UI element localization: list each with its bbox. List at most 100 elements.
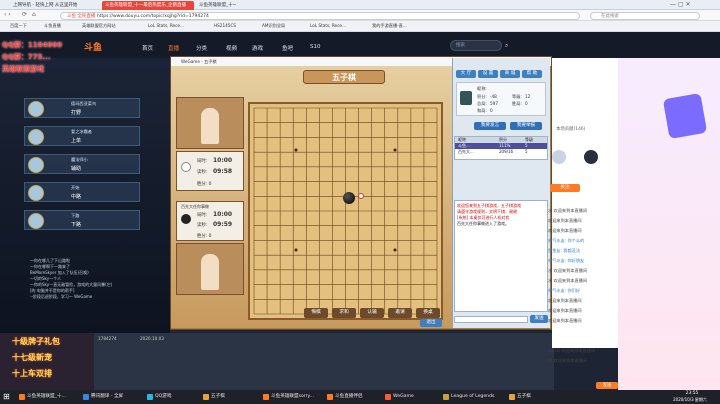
- clock[interactable]: 23:55: [672, 391, 712, 396]
- nav-fishbar[interactable]: 鱼吧: [282, 44, 293, 52]
- chat-message: 是鱼友: 我都没法: [548, 248, 581, 253]
- promo-line-1: 十级牌子礼包: [12, 337, 60, 346]
- exit-button[interactable]: 退出: [420, 319, 442, 327]
- avatar[interactable]: [552, 150, 566, 164]
- chat-send-button-main[interactable]: 发送: [596, 382, 618, 389]
- tab-navigation[interactable]: 上网导航 - 轻快上网 从这里开始: [10, 1, 100, 10]
- gomoku-board[interactable]: [248, 102, 443, 320]
- bookmark-4[interactable]: LoL Stats, Rece...: [148, 23, 184, 28]
- nav-s10[interactable]: S10: [310, 44, 321, 50]
- player-role: 中路: [71, 194, 82, 200]
- stream-video-bottom: [94, 333, 554, 390]
- back-icon[interactable]: ‹ ›: [4, 11, 11, 18]
- player-name: 开始: [71, 185, 80, 190]
- player-name: 爱之冰霜者: [71, 129, 92, 134]
- nav-category[interactable]: 分类: [196, 44, 207, 52]
- shop-button[interactable]: 商 城: [500, 70, 520, 78]
- site-search-input[interactable]: 搜索: [450, 40, 502, 51]
- chat-message: 欢迎来到本直播间: [548, 228, 582, 233]
- browser-search-field[interactable]: 在此搜索: [590, 12, 700, 20]
- url-field[interactable]: 斗鱼 全民直播 https://www.douyu.com/topic/xqjh…: [60, 12, 580, 20]
- taskbar-item[interactable]: WeGame: [384, 392, 414, 402]
- avatar[interactable]: [584, 150, 598, 164]
- nav-game[interactable]: 游戏: [252, 44, 263, 52]
- date[interactable]: 2020/10/3 星期六: [662, 397, 718, 403]
- player-portrait-top: [176, 97, 244, 149]
- nav-live[interactable]: 直播: [168, 44, 179, 52]
- chat-input[interactable]: [454, 316, 528, 323]
- taskbar-item[interactable]: League of Legends: [442, 392, 494, 402]
- table-cell: 百先大...: [458, 149, 474, 154]
- follow-button[interactable]: 关注: [550, 184, 580, 192]
- player-card: 开始 中路: [24, 182, 140, 202]
- avatar: [201, 254, 219, 290]
- taskbar-item[interactable]: 五子棋: [202, 392, 225, 402]
- change-table-button[interactable]: 换桌: [416, 308, 440, 318]
- taskbar-item[interactable]: 斗鱼直播伴侣: [326, 392, 363, 402]
- black-stone-icon: [181, 214, 191, 224]
- lobby-button[interactable]: 大 厅: [456, 70, 476, 78]
- draw-button[interactable]: 求和: [332, 308, 356, 318]
- resign-button[interactable]: 认输: [360, 308, 384, 318]
- profile-wins: 0: [525, 101, 528, 106]
- refresh-icon[interactable]: ⟳: [22, 11, 27, 18]
- player-role: 打野: [71, 110, 82, 116]
- bookmark-8[interactable]: 我的手游直播-直...: [372, 23, 407, 29]
- taskbar-item[interactable]: 五子棋: [508, 392, 531, 402]
- bookmark-7[interactable]: LoL Stats, Rece...: [310, 23, 346, 28]
- bookmark-3[interactable]: 英雄联盟官方网站: [82, 23, 116, 29]
- avatar: [28, 185, 44, 201]
- taskbar-item[interactable]: 腾讯翻译 - 全屏: [82, 392, 123, 402]
- home-icon[interactable]: ⌂: [32, 11, 36, 18]
- chat-message: 欢迎来到本直播间: [548, 218, 582, 223]
- black-stone: [343, 192, 355, 204]
- tab-douyu-active[interactable]: 斗鱼英雄联盟_十一最后热度乐_企鹅直播: [102, 1, 194, 10]
- chat-send-button[interactable]: 发送: [530, 315, 548, 323]
- invite-button[interactable]: 邀请: [388, 308, 412, 318]
- profile-games: 597: [490, 101, 498, 106]
- report-button[interactable]: 我要举报: [510, 122, 542, 130]
- chat-message: 欢迎来到本直播间: [548, 318, 582, 323]
- bookmark-2[interactable]: 斗鱼直播: [44, 23, 61, 29]
- site-logo[interactable]: 斗鱼: [84, 40, 102, 53]
- overlay-qq-2: QQ群：775...: [2, 53, 51, 61]
- nav-home[interactable]: 首页: [142, 44, 153, 52]
- profile-name-label: 昵称:: [477, 86, 487, 91]
- windows-start-icon[interactable]: ⊞: [3, 392, 13, 402]
- taskbar-item[interactable]: 斗鱼英雄联盟_十...: [18, 392, 66, 402]
- bookmark-6[interactable]: AM识别全局: [262, 23, 285, 29]
- player-role: 下路: [71, 222, 82, 228]
- bookmark-5[interactable]: HS2145CS: [214, 23, 236, 28]
- chat-message: 水 欢迎来到本直播间: [548, 358, 588, 363]
- url-prefix: 斗鱼 全民直播: [67, 14, 96, 19]
- profile-score-label: 积分:: [477, 94, 487, 99]
- speak-button[interactable]: 我要发言: [474, 122, 506, 130]
- avatar: [460, 91, 472, 105]
- nav-video[interactable]: 视频: [226, 44, 237, 52]
- search-icon[interactable]: ⌕: [505, 42, 508, 50]
- player-name: 百先大任你事做: [181, 204, 209, 209]
- table-row[interactable]: 百先大... 209/16 5: [455, 149, 547, 155]
- bookmark-1[interactable]: 百度一下: [10, 23, 27, 29]
- profile-card: 昵称: 积分: -48 等级: 12 总局: 597 胜局: 0 和局: 0: [456, 82, 546, 116]
- stream-date: 2020.10.03: [140, 336, 164, 341]
- mascot-ad-image[interactable]: [662, 93, 708, 139]
- window-controls-icon[interactable]: — ▢ ✕: [670, 1, 691, 8]
- settings-button[interactable]: 设 置: [478, 70, 498, 78]
- total-timer: 10:00: [213, 157, 233, 164]
- profile-games-label: 总局:: [477, 101, 487, 106]
- player-card: 魔法师小 辅助: [24, 154, 140, 174]
- chat-line: 百先大任你事做进入了游戏。: [457, 221, 509, 226]
- browser-tab-bar: 上网导航 - 轻快上网 从这里开始 斗鱼英雄联盟_十一最后热度乐_企鹅直播 斗鱼…: [0, 0, 720, 10]
- taskbar-item[interactable]: 斗鱼英雄联盟sorry...: [262, 392, 314, 402]
- taskbar-item[interactable]: QQ游戏: [146, 392, 171, 402]
- contribution-tab[interactable]: 本场贡献(146): [556, 126, 585, 132]
- player-name: 下路: [71, 213, 80, 218]
- profile-score: -48: [490, 94, 497, 99]
- player-name: 德玛西亚菜鸟: [71, 101, 97, 106]
- player-role: 辅助: [71, 166, 82, 172]
- undo-button[interactable]: 悔棋: [304, 308, 328, 318]
- tab-douyu-2[interactable]: 斗鱼英雄联盟_十一最后热度乐_企鹅...: [196, 1, 236, 10]
- help-button[interactable]: 帮 助: [522, 70, 542, 78]
- site-search-placeholder: 搜索: [456, 43, 465, 48]
